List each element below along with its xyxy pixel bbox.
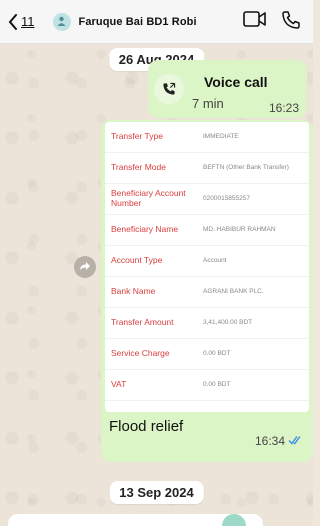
back-button[interactable]: 11 [8,13,35,30]
message-time: 16:23 [268,101,299,115]
video-call-icon[interactable] [243,10,267,35]
avatar[interactable] [52,12,71,31]
receipt-row: Bank Name AGRANI BANK PLC. [105,277,309,308]
receipt-row: Total Amount3,41,400.00 BDT [105,401,309,412]
forward-button[interactable] [74,256,96,278]
receipt-label: Beneficiary Name [111,224,179,235]
receipt-label: Transfer Mode [111,162,166,173]
call-icon [154,74,184,104]
receipt-row: Service Charge 0.00 BDT [105,339,309,370]
chat-header: 11 Faruque Bai BD1 Robi [0,0,313,44]
receipt-row: Beneficiary Name MD. HABIBUR RAHMAN [105,215,309,246]
date-separator: 13 Sep 2024 [109,481,204,504]
receipt-label: Transfer Amount [111,317,174,328]
receipt-row: Transfer Amount 3,41,400.00 BDT [105,308,309,339]
receipt-label: Total Amount [111,410,199,412]
transfer-receipt-image[interactable]: Transfer Type IMMEDIATE Transfer Mode BEFTN… [105,122,309,412]
call-title: Voice call [204,74,268,90]
call-duration: 7 min [192,96,224,111]
voice-call-message[interactable]: Voice call 7 min 16:23 [148,60,307,118]
person-icon [57,13,66,31]
phone-icon[interactable] [281,10,301,35]
receipt-row: Transfer Type IMMEDIATE [105,122,309,153]
message-time-status: 16:34 [255,434,303,448]
receipt-value: BEFTN (Other Bank Transfer) [203,164,289,172]
receipt-value: 0.00 BDT [203,381,231,389]
read-receipt-icon [288,434,303,448]
back-chevron-icon [8,13,18,30]
receipt-value: 0200015855257 [203,195,250,203]
unread-count: 11 [21,14,35,29]
image-message[interactable]: Transfer Type IMMEDIATE Transfer Mode BEFTN… [101,120,313,462]
receipt-value: 0.00 BDT [203,350,231,358]
forward-icon [79,258,91,276]
receipt-label: Bank Name [111,286,156,297]
receipt-label: Transfer Type [111,131,163,142]
receipt-value: 3,41,400.00 BDT [203,319,253,327]
receipt-row: Account Type Account [105,246,309,277]
receipt-label: Beneficiary Account Number [111,188,186,208]
receipt-row: VAT 0.00 BDT [105,370,309,401]
receipt-value: AGRANI BANK PLC. [203,288,264,296]
receipt-row: Beneficiary Account Number 0200015855257 [105,184,309,215]
image-caption: Flood relief [109,418,184,435]
receipt-label: Service Charge [111,348,170,359]
receipt-value: IMMEDIATE [203,133,239,141]
receipt-value: Account [203,257,227,265]
receipt-row: Transfer Mode BEFTN (Other Bank Transfer) [105,153,309,184]
receipt-label: VAT [111,379,127,390]
message-time: 16:34 [254,434,285,448]
receipt-value: MD. HABIBUR RAHMAN [203,226,276,234]
receipt-label: Account Type [111,255,163,266]
contact-name[interactable]: Faruque Bai BD1 Robi [79,16,197,28]
